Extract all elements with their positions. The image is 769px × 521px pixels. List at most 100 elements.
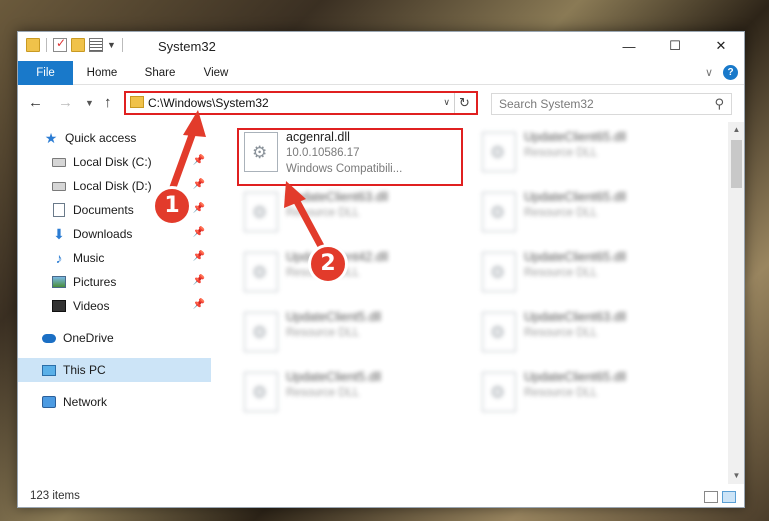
folder-icon <box>26 38 40 52</box>
file-name: UpdateClient65.dll <box>524 130 627 144</box>
sidebar-item-pictures[interactable]: Pictures 📌 <box>18 270 211 294</box>
videos-icon <box>52 300 66 312</box>
sidebar-item-label: Network <box>63 395 108 409</box>
navigation-bar: ← → ▼ ↑ C:\Windows\System32 ∨ ↻ Search S… <box>18 87 744 119</box>
star-icon: ★ <box>44 129 58 146</box>
file-type: Resource DLL <box>286 207 360 219</box>
file-name: UpdateClient65.dll <box>524 370 627 384</box>
ribbon-tabs: File Home Share View ∨ ? <box>18 61 744 85</box>
file-item[interactable]: UpdateClient65.dll Resource DLL <box>476 366 706 422</box>
dll-file-icon <box>244 252 278 292</box>
tab-share[interactable]: Share <box>138 61 182 85</box>
sidebar-item-label: Local Disk (D:) <box>73 179 152 193</box>
dll-file-icon <box>244 312 278 352</box>
scroll-thumb[interactable] <box>731 140 742 188</box>
dll-file-icon <box>482 132 516 172</box>
sidebar-item-this-pc[interactable]: This PC <box>18 358 211 382</box>
address-path[interactable]: C:\Windows\System32 <box>148 96 269 110</box>
window-controls: — ☐ ✕ <box>606 32 744 60</box>
network-icon <box>42 396 56 408</box>
sidebar-item-local-disk-c[interactable]: Local Disk (C:) 📌 <box>18 150 211 174</box>
file-item[interactable]: UpdateClient65.dll Resource DLL <box>476 246 706 302</box>
title-bar: ▼ System32 — ☐ ✕ <box>18 32 744 60</box>
maximize-button[interactable]: ☐ <box>652 32 698 60</box>
dll-file-icon <box>244 192 278 232</box>
pc-icon <box>42 364 56 376</box>
file-type: Resource DLL <box>286 387 360 399</box>
vertical-scrollbar[interactable]: ▲ ▼ <box>728 122 744 484</box>
file-item[interactable]: UpdateClient65.dll Resource DLL <box>476 186 706 242</box>
scroll-up-icon[interactable]: ▲ <box>728 122 744 138</box>
customize-toolbar-chevron-icon[interactable]: ▼ <box>107 40 116 50</box>
file-explorer-window: ▼ System32 — ☐ ✕ File Home Share View ∨ … <box>17 31 745 508</box>
sidebar-item-label: Videos <box>73 299 110 313</box>
search-placeholder: Search System32 <box>499 97 594 111</box>
sidebar-item-network[interactable]: Network <box>18 390 211 414</box>
tab-file[interactable]: File <box>18 61 73 85</box>
pin-icon[interactable]: 📌 <box>193 227 205 238</box>
step-2-badge: 2 <box>308 244 348 284</box>
close-button[interactable]: ✕ <box>698 32 744 60</box>
file-type: Resource DLL <box>524 207 598 219</box>
file-item[interactable]: UpdateClient42.dll Resource DLL <box>238 246 468 302</box>
properties-check-icon[interactable] <box>53 36 67 52</box>
pin-icon[interactable]: 📌 <box>193 203 205 214</box>
sidebar-item-videos[interactable]: Videos 📌 <box>18 294 211 318</box>
pin-icon[interactable]: 📌 <box>193 299 205 310</box>
details-view-icon[interactable] <box>704 491 718 503</box>
sidebar-item-onedrive[interactable]: OneDrive <box>18 326 211 350</box>
disk-icon <box>52 157 66 167</box>
document-icon <box>53 203 65 217</box>
search-icon[interactable]: ⚲ <box>714 96 724 112</box>
sidebar-item-label: Local Disk (C:) <box>73 155 152 169</box>
new-folder-icon[interactable] <box>71 38 85 52</box>
ribbon-right-controls: ∨ ? <box>705 65 738 80</box>
sidebar-item-label: Downloads <box>73 227 133 241</box>
file-type: Resource DLL <box>524 327 598 339</box>
back-arrow-icon[interactable]: ← <box>28 94 43 111</box>
large-icons-view-icon[interactable] <box>722 491 736 503</box>
file-item[interactable]: UpdateClient63.dll Resource DLL <box>476 306 706 362</box>
file-item[interactable]: UpdateClient63.dll Resource DLL <box>238 186 468 242</box>
sidebar-item-label: Music <box>73 251 105 265</box>
item-count: 123 items <box>30 490 80 502</box>
sidebar-item-label: Quick access <box>65 131 137 145</box>
search-input[interactable]: Search System32 ⚲ <box>491 93 732 115</box>
file-name: UpdateClient63.dll <box>524 310 627 324</box>
pin-icon[interactable]: 📌 <box>193 179 205 190</box>
sidebar-item-quick-access[interactable]: ★ Quick access <box>18 126 211 150</box>
pin-icon[interactable]: 📌 <box>193 251 205 262</box>
minimize-button[interactable]: — <box>606 32 652 60</box>
step-1-badge: 1 <box>152 186 192 226</box>
disk-icon <box>52 181 66 191</box>
tab-view[interactable]: View <box>194 61 238 85</box>
expand-ribbon-chevron-icon[interactable]: ∨ <box>705 66 713 79</box>
window-title: System32 <box>158 39 216 54</box>
toolbar-divider <box>121 38 123 52</box>
view-toggle <box>704 491 736 503</box>
sidebar-item-downloads[interactable]: ⬇ Downloads 📌 <box>18 222 211 246</box>
sidebar-item-label: Documents <box>73 203 134 217</box>
navigation-pane: ★ Quick access Local Disk (C:) 📌 Local D… <box>18 124 211 481</box>
refresh-icon[interactable]: ↻ <box>454 93 474 113</box>
dll-file-icon <box>482 372 516 412</box>
pictures-icon <box>52 276 66 288</box>
address-history-chevron-icon[interactable]: ∨ <box>443 97 450 108</box>
address-bar[interactable]: C:\Windows\System32 ∨ ↻ <box>124 91 478 115</box>
forward-arrow-icon[interactable]: → <box>58 94 73 111</box>
tab-home[interactable]: Home <box>80 61 124 85</box>
pin-icon[interactable]: 📌 <box>193 275 205 286</box>
pin-icon[interactable]: 📌 <box>193 155 205 166</box>
file-item[interactable]: UpdateClient5.dll Resource DLL <box>238 366 468 422</box>
dll-file-icon <box>482 252 516 292</box>
file-item[interactable]: UpdateClient5.dll Resource DLL <box>238 306 468 362</box>
cloud-icon <box>42 333 56 343</box>
help-icon[interactable]: ? <box>723 65 738 80</box>
sidebar-item-music[interactable]: ♪ Music 📌 <box>18 246 211 270</box>
recent-locations-chevron-icon[interactable]: ▼ <box>85 98 94 108</box>
up-arrow-icon[interactable]: ↑ <box>104 94 112 111</box>
properties-icon[interactable] <box>89 38 103 52</box>
scroll-down-icon[interactable]: ▼ <box>728 468 744 484</box>
file-item[interactable]: UpdateClient65.dll Resource DLL <box>476 126 706 182</box>
file-name: UpdateClient65.dll <box>524 190 627 204</box>
